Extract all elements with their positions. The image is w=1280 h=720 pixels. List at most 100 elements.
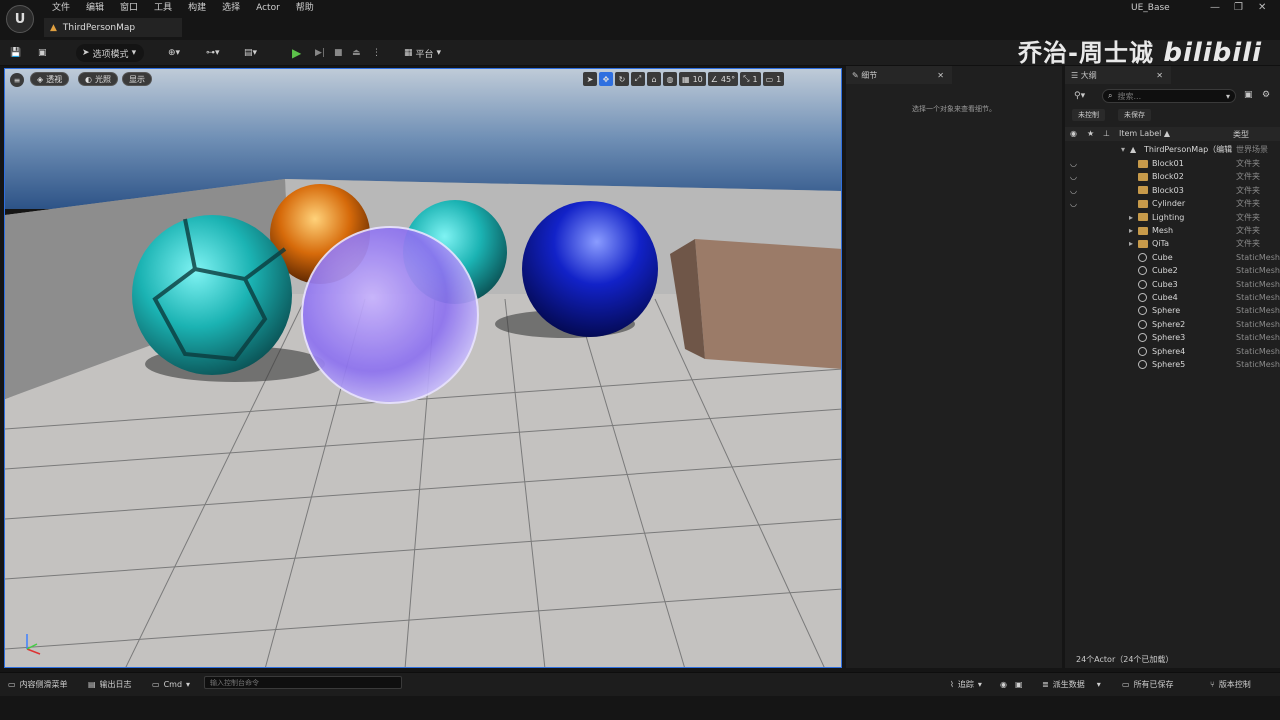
lit-button[interactable]: ◐ 光照	[78, 72, 118, 86]
outliner-row[interactable]: Sphere3 StaticMeshActor	[1065, 331, 1280, 344]
more-options-icon[interactable]: ⋮	[372, 44, 381, 62]
platform-button[interactable]: ▦ 平台 ▾	[404, 44, 441, 62]
unsaved-chip-1[interactable]: 未控制	[1072, 109, 1105, 121]
trace-button[interactable]: ⌇ 追踪 ▾	[950, 677, 982, 691]
folder-icon	[1138, 226, 1148, 235]
derived-data-button[interactable]: ≣ 派生数据 ▾	[1042, 677, 1101, 691]
column-type[interactable]: 类型	[1233, 129, 1249, 140]
outliner-item-label: Block01	[1152, 159, 1184, 168]
visibility-icon[interactable]: ◉	[1070, 129, 1077, 138]
visibility-icon[interactable]: ◡	[1070, 199, 1077, 208]
outliner-row[interactable]: Cube4 StaticMeshActor	[1065, 291, 1280, 304]
close-window-icon[interactable]: ✕	[1258, 2, 1266, 13]
source-control-button[interactable]: ⑂ 版本控制	[1210, 677, 1251, 691]
visibility-icon[interactable]: ◡	[1070, 172, 1077, 181]
source-control-label: 版本控制	[1218, 679, 1251, 689]
mode-select[interactable]: ➤ 选项模式 ▾	[76, 44, 144, 62]
select-icon[interactable]: ➤	[583, 72, 597, 86]
chevron-right-icon[interactable]: ▸	[1129, 239, 1133, 248]
menu-tools[interactable]: 工具	[146, 2, 180, 14]
content-drawer-button[interactable]: ▭ 内容侧滑菜单	[8, 677, 68, 691]
static-mesh-icon	[1138, 319, 1147, 329]
search-input[interactable]	[1117, 91, 1218, 101]
surface-snap-icon[interactable]: ⌂	[647, 72, 661, 86]
browse-icon[interactable]: ▣	[38, 44, 47, 62]
console-input[interactable]	[204, 676, 402, 689]
unsaved-chip-2[interactable]: 未保存	[1118, 109, 1151, 121]
scale-icon[interactable]: ⤢	[631, 72, 645, 86]
outliner-root-row[interactable]: ▾ ▲ ThirdPersonMap（编辑 世界场景	[1065, 143, 1280, 156]
main-menu: 文件 编辑 窗口 工具 构建 选择 Actor 帮助	[44, 2, 322, 14]
menu-actor[interactable]: Actor	[248, 2, 288, 14]
outliner-row[interactable]: Sphere StaticMeshActor	[1065, 304, 1280, 317]
menu-edit[interactable]: 编辑	[78, 2, 112, 14]
menu-help[interactable]: 帮助	[288, 2, 322, 14]
close-icon[interactable]: ✕	[937, 71, 944, 80]
minimize-icon[interactable]: —	[1210, 2, 1220, 13]
play-icon[interactable]: ▶	[292, 44, 301, 62]
grid-snap-button[interactable]: ▦ 10	[679, 72, 706, 86]
outliner-search[interactable]: ⌕ ▾	[1102, 89, 1236, 103]
menu-select[interactable]: 选择	[214, 2, 248, 14]
output-log-button[interactable]: ▤ 输出日志	[88, 677, 132, 691]
all-saved-button[interactable]: ▭ 所有已保存	[1122, 677, 1174, 691]
chevron-right-icon[interactable]: ▸	[1129, 226, 1133, 235]
pin-icon[interactable]: ⊥	[1103, 129, 1110, 138]
filter-icon[interactable]: ⚲▾	[1074, 91, 1085, 101]
outliner-row[interactable]: Sphere5 StaticMeshActor	[1065, 358, 1280, 371]
star-icon[interactable]: ★	[1087, 129, 1094, 138]
outliner-row[interactable]: Cube2 StaticMeshActor	[1065, 264, 1280, 277]
outliner-item-label: Sphere	[1152, 306, 1181, 316]
rotate-icon[interactable]: ↻	[615, 72, 629, 86]
world-local-icon[interactable]: ◍	[663, 72, 677, 86]
folder-icon	[1138, 172, 1148, 181]
chevron-down-icon: ▾	[186, 679, 191, 689]
outliner-row[interactable]: Cube StaticMeshActor	[1065, 251, 1280, 264]
stop-icon[interactable]: ■	[334, 44, 343, 62]
add-actor-icon[interactable]: ⊕▾	[168, 44, 180, 62]
unreal-logo-icon[interactable]: U	[6, 5, 34, 33]
static-mesh-icon	[1138, 346, 1147, 356]
outliner-tab[interactable]: ☰ 大纲 ✕	[1065, 66, 1171, 84]
restore-icon[interactable]: ❐	[1234, 2, 1243, 13]
rotation-snap-button[interactable]: ∠ 45°	[707, 72, 739, 86]
outliner-row[interactable]: Cube3 StaticMeshActor	[1065, 278, 1280, 291]
close-icon[interactable]: ✕	[1156, 71, 1163, 80]
cmd-button[interactable]: ▭ Cmd ▾	[152, 677, 190, 691]
chevron-right-icon[interactable]: ▸	[1129, 213, 1133, 222]
perspective-button[interactable]: ◈ 透视	[30, 72, 70, 86]
visibility-icon[interactable]: ◡	[1070, 186, 1077, 195]
blueprint-icon[interactable]: ⊶▾	[206, 44, 220, 62]
derived-data-icon: ≣	[1042, 679, 1049, 689]
outliner-row[interactable]: ▸ Lighting 文件夹	[1065, 211, 1280, 224]
show-button[interactable]: 显示	[122, 72, 152, 86]
viewport-menu-icon[interactable]: ≡	[10, 73, 24, 87]
column-item-label[interactable]: Item Label ▲	[1119, 129, 1170, 138]
visibility-icon[interactable]: ◡	[1070, 159, 1077, 168]
eject-icon[interactable]: ⏏	[352, 44, 361, 62]
outliner-row[interactable]: ◡ Block01 文件夹	[1065, 157, 1280, 170]
menu-file[interactable]: 文件	[44, 2, 78, 14]
level-tab[interactable]: ▲ ThirdPersonMap	[44, 18, 182, 37]
step-icon[interactable]: ▶|	[315, 44, 325, 62]
camera-speed-button[interactable]: ▭ 1	[762, 72, 785, 86]
menu-build[interactable]: 构建	[180, 2, 214, 14]
outliner-row[interactable]: ▸ Mesh 文件夹	[1065, 224, 1280, 237]
outliner-row[interactable]: ◡ Block03 文件夹	[1065, 184, 1280, 197]
outliner-row[interactable]: ◡ Cylinder 文件夹	[1065, 197, 1280, 210]
outliner-row[interactable]: ▸ QiTa 文件夹	[1065, 237, 1280, 250]
outliner-row[interactable]: ◡ Block02 文件夹	[1065, 170, 1280, 183]
save-icon[interactable]: 💾	[10, 44, 21, 62]
outliner-row[interactable]: Sphere4 StaticMeshActor	[1065, 345, 1280, 358]
add-folder-icon[interactable]: ▣	[1244, 90, 1253, 100]
details-tab[interactable]: ✎ 细节 ✕	[846, 66, 952, 84]
settings-icon[interactable]: ⚙	[1262, 90, 1270, 100]
outliner-row[interactable]: Sphere2 StaticMeshActor	[1065, 318, 1280, 331]
menu-window[interactable]: 窗口	[112, 2, 146, 14]
scale-snap-button[interactable]: ⤡ 1	[740, 72, 761, 86]
level-viewport[interactable]	[4, 68, 842, 668]
screenshot-icon[interactable]: ▣	[1015, 677, 1023, 691]
cinematics-icon[interactable]: ▤▾	[244, 44, 257, 62]
record-icon[interactable]: ◉	[1000, 677, 1007, 691]
move-icon[interactable]: ✥	[599, 72, 613, 86]
